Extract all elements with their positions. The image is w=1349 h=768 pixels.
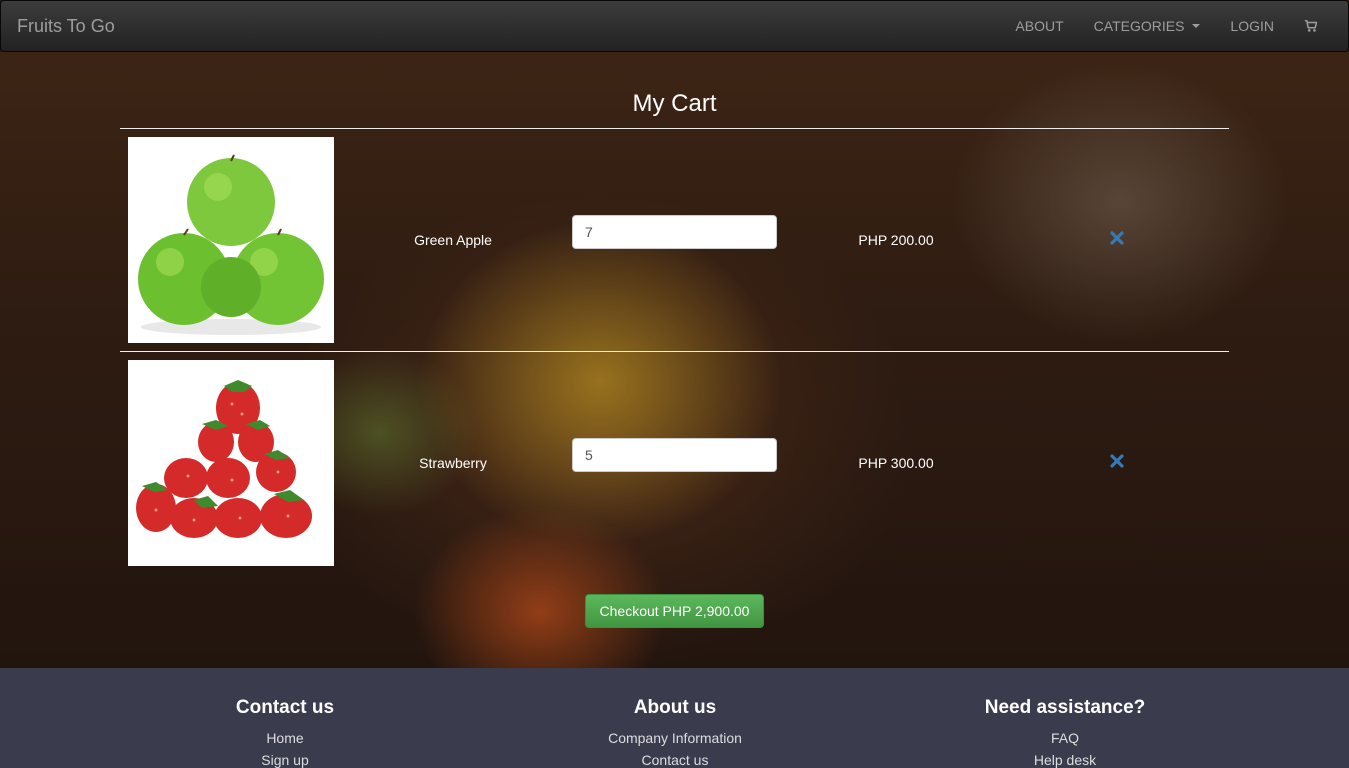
brand-link[interactable]: Fruits To Go: [17, 16, 115, 37]
nav-about-link[interactable]: ABOUT: [1000, 18, 1078, 34]
footer-link-home[interactable]: Home: [90, 727, 480, 749]
footer-column-contact: Contact us Home Sign up: [90, 668, 480, 768]
footer-link-help-desk[interactable]: Help desk: [870, 749, 1260, 768]
shopping-cart-icon: [1304, 19, 1318, 32]
nav-cart-link[interactable]: [1289, 19, 1333, 33]
footer: Contact us Home Sign up About us Company…: [0, 668, 1349, 768]
footer-link-company-info[interactable]: Company Information: [480, 727, 870, 749]
footer-link-signup[interactable]: Sign up: [90, 749, 480, 768]
footer-column-about: About us Company Information Contact us: [480, 668, 870, 768]
item-price: PHP 300.00: [858, 455, 934, 471]
checkout-button[interactable]: Checkout PHP 2,900.00: [585, 594, 764, 628]
footer-link-faq[interactable]: FAQ: [870, 727, 1260, 749]
footer-heading: Contact us: [235, 697, 335, 718]
caret-down-icon: [1192, 24, 1201, 28]
cart-row: Green Apple PHP 200.00: [120, 129, 1229, 351]
nav-about-label: ABOUT: [1015, 18, 1064, 34]
quantity-input[interactable]: [572, 438, 777, 472]
nav-login-label: LOGIN: [1230, 18, 1274, 34]
footer-link-contact[interactable]: Contact us: [480, 749, 870, 768]
footer-heading: Need assistance?: [984, 697, 1146, 718]
navbar: Fruits To Go ABOUT CATEGORIES LOGIN: [0, 0, 1349, 52]
green-apple-image: [128, 137, 334, 343]
nav-menu: ABOUT CATEGORIES LOGIN: [1000, 1, 1333, 51]
item-name: Green Apple: [414, 232, 492, 248]
hero-background: My Cart Green Apple PHP 200.00: [0, 52, 1349, 668]
remove-x-icon[interactable]: [1110, 454, 1124, 468]
green-apple-illustration: [128, 137, 334, 343]
strawberry-illustration: [128, 360, 334, 566]
item-price: PHP 200.00: [858, 232, 934, 248]
page-title: My Cart: [632, 90, 717, 117]
footer-column-assistance: Need assistance? FAQ Help desk: [870, 668, 1260, 768]
nav-categories-label: CATEGORIES: [1093, 18, 1185, 34]
quantity-input[interactable]: [572, 215, 777, 249]
nav-categories-dropdown[interactable]: CATEGORIES: [1079, 18, 1216, 34]
strawberry-image: [128, 360, 334, 566]
item-name: Strawberry: [419, 455, 487, 471]
cart-row: Strawberry PHP 300.00: [120, 352, 1229, 574]
footer-heading: About us: [633, 697, 717, 718]
nav-login-link[interactable]: LOGIN: [1215, 18, 1289, 34]
remove-x-icon[interactable]: [1110, 231, 1124, 245]
